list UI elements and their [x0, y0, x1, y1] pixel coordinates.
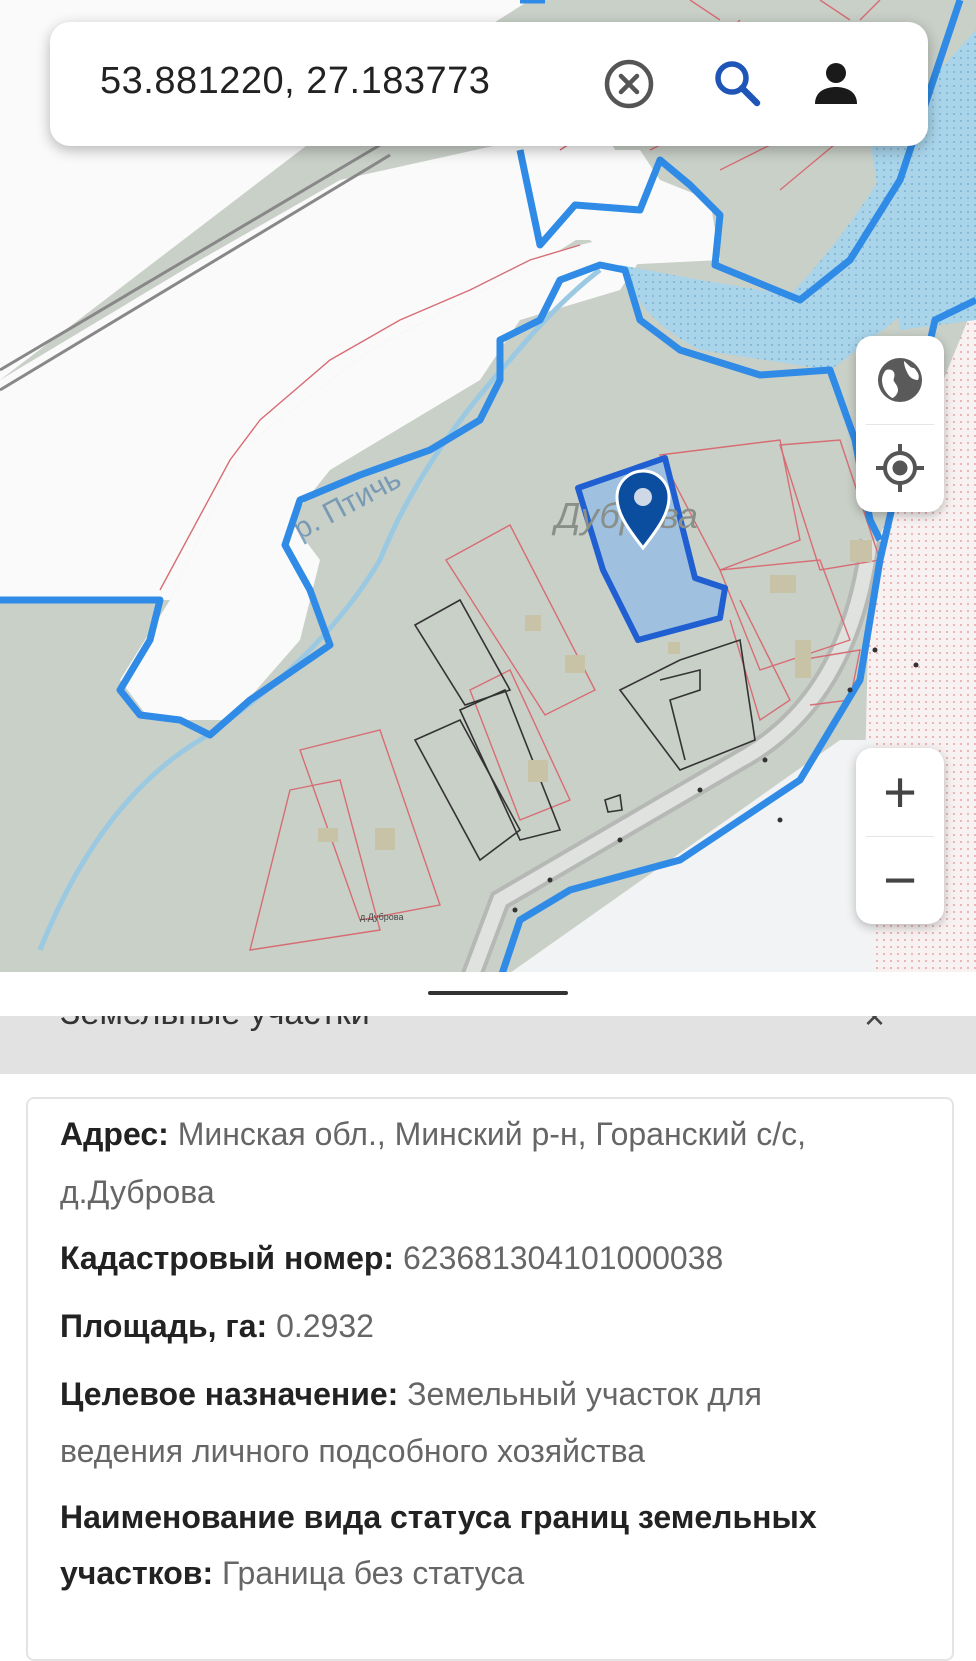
purpose-row: Целевое назначение: Земельный участок дл…	[60, 1365, 930, 1423]
purpose-value-2: ведения личного подсобного хозяйства	[60, 1433, 646, 1469]
zoom-controls: + −	[856, 748, 944, 924]
search-icon[interactable]	[710, 56, 766, 112]
address-value-2: д.Дуброва	[60, 1174, 215, 1210]
zoom-out-button[interactable]: −	[856, 836, 944, 924]
status-row: Наименование вида статуса границ земельн…	[60, 1488, 930, 1546]
purpose-label: Целевое назначение:	[60, 1376, 399, 1412]
purpose-row-2: ведения личного подсобного хозяйства	[60, 1422, 930, 1480]
area-row: Площадь, га: 0.2932	[60, 1297, 930, 1355]
cadastral-label: Кадастровый номер:	[60, 1240, 395, 1276]
status-label: Наименование вида статуса границ земельн…	[60, 1499, 817, 1535]
village-label-small: д.Дуброва	[360, 912, 404, 922]
my-location-icon	[876, 444, 924, 492]
sheet-header: Земельные участки ×	[0, 1016, 976, 1074]
layers-button[interactable]	[856, 336, 944, 424]
status-value: Граница без статуса	[222, 1555, 525, 1591]
search-input[interactable]: 53.881220, 27.183773	[100, 60, 490, 103]
drag-handle-bar[interactable]	[428, 991, 568, 995]
search-bar[interactable]: 53.881220, 27.183773	[50, 22, 928, 146]
area-value: 0.2932	[276, 1308, 374, 1344]
address-row-2: д.Дуброва	[60, 1163, 930, 1221]
address-row: Адрес: Минская обл., Минский р-н, Горанс…	[60, 1105, 930, 1163]
purpose-value: Земельный участок для	[407, 1376, 762, 1412]
map-canvas[interactable]: р. Птичь Дуброва д.Дуброва	[0, 0, 976, 980]
status-row-2: участков: Граница без статуса	[60, 1544, 930, 1602]
parcel-details-card: Адрес: Минская обл., Минский р-н, Горанс…	[26, 1097, 954, 1661]
status-label-2: участков:	[60, 1555, 214, 1591]
person-icon[interactable]	[812, 60, 860, 108]
locate-button[interactable]	[856, 424, 944, 512]
address-label: Адрес:	[60, 1116, 169, 1152]
area-label: Площадь, га:	[60, 1308, 268, 1344]
address-value: Минская обл., Минский р-н, Горанский с/с…	[177, 1116, 807, 1152]
zoom-in-button[interactable]: +	[856, 748, 944, 836]
globe-icon	[878, 358, 922, 402]
sheet-top-mask	[0, 972, 976, 1016]
clear-circle-icon[interactable]	[602, 57, 656, 111]
map-view[interactable]: р. Птичь Дуброва д.Дуброва 53.881220, 27…	[0, 0, 976, 980]
cadastral-value: 623681304101000038	[402, 1240, 724, 1276]
cadastral-row: Кадастровый номер: 623681304101000038	[60, 1229, 930, 1287]
close-icon[interactable]: ×	[864, 1016, 885, 1038]
map-controls-top	[856, 336, 944, 512]
sheet-title: Земельные участки	[60, 1016, 370, 1033]
